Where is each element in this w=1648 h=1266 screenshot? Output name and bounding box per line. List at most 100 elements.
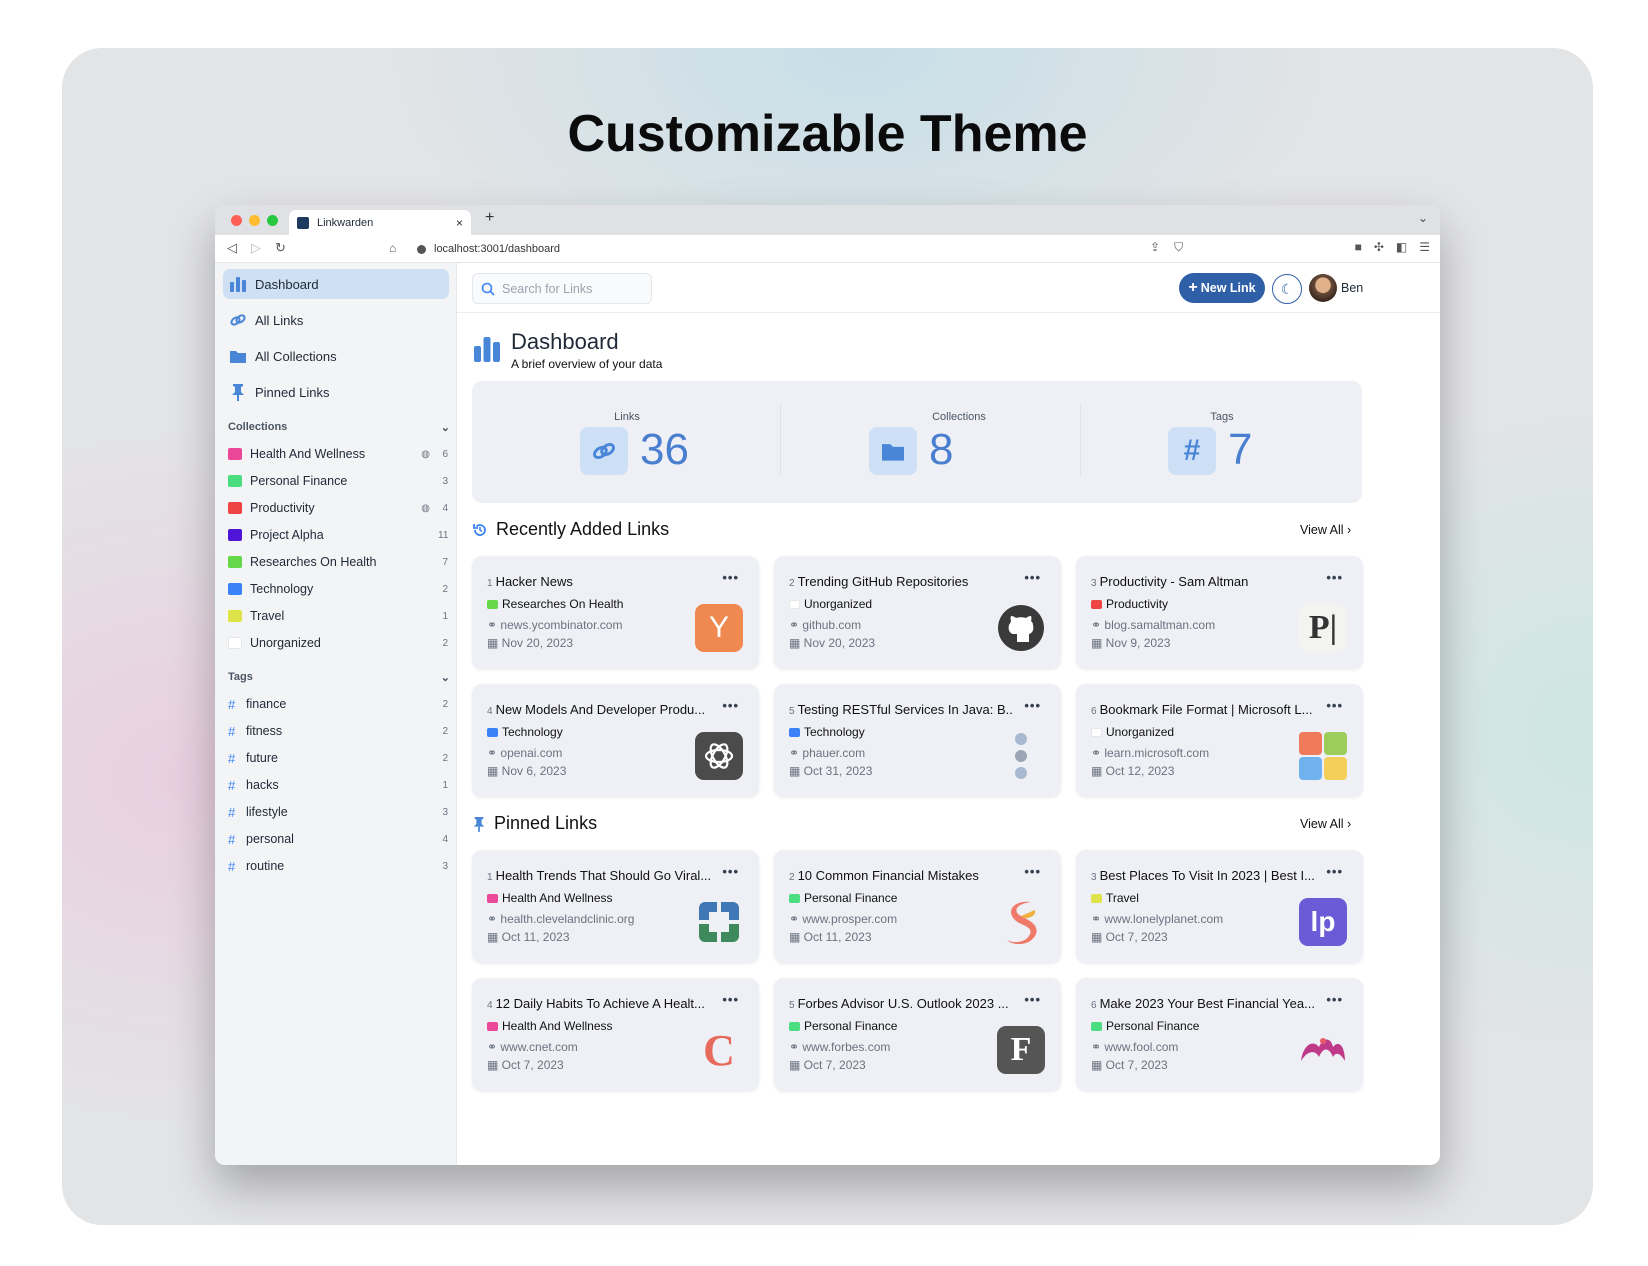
new-link-button[interactable]: + New Link: [1179, 273, 1265, 303]
sidebar-collection-item[interactable]: Researches On Health 7: [228, 552, 448, 572]
link-card[interactable]: 5 Testing RESTful Services In Java: B... …: [774, 684, 1061, 797]
link-domain[interactable]: ⚭ openai.com: [487, 746, 562, 760]
sidebar-tag-item[interactable]: # fitness 2: [228, 721, 448, 741]
more-options-icon[interactable]: •••: [722, 992, 739, 1007]
link-title[interactable]: 2 Trending GitHub Repositories: [789, 574, 1014, 589]
sidebar-collection-item[interactable]: Project Alpha 11: [228, 525, 448, 545]
link-domain[interactable]: ⚭ learn.microsoft.com: [1091, 746, 1209, 760]
reload-icon[interactable]: ↻: [275, 240, 286, 256]
close-tab-icon[interactable]: ×: [456, 216, 463, 230]
link-collection[interactable]: Personal Finance: [789, 1019, 897, 1033]
maximize-window-button[interactable]: [267, 215, 278, 226]
link-collection[interactable]: Technology: [789, 725, 865, 739]
minimize-window-button[interactable]: [249, 215, 260, 226]
link-title[interactable]: 2 10 Common Financial Mistakes: [789, 868, 1014, 883]
link-collection[interactable]: Researches On Health: [487, 597, 623, 611]
link-card[interactable]: 4 12 Daily Habits To Achieve A Healt... •…: [472, 978, 759, 1091]
link-card[interactable]: 6 Bookmark File Format | Microsoft L... •…: [1076, 684, 1363, 797]
link-collection[interactable]: Technology: [487, 725, 563, 739]
link-domain[interactable]: ⚭ www.forbes.com: [789, 1040, 890, 1054]
more-options-icon[interactable]: •••: [1024, 698, 1041, 713]
link-domain[interactable]: ⚭ blog.samaltman.com: [1091, 618, 1215, 632]
tab-list-chevron-icon[interactable]: ⌄: [1418, 211, 1428, 225]
link-domain[interactable]: ⚭ github.com: [789, 618, 861, 632]
more-options-icon[interactable]: •••: [1024, 570, 1041, 585]
browser-tab[interactable]: Linkwarden ×: [289, 210, 471, 235]
site-info-icon[interactable]: [417, 244, 426, 254]
link-collection[interactable]: Productivity: [1091, 597, 1168, 611]
url-field[interactable]: localhost:3001/dashboard: [409, 238, 1209, 260]
sidebar-tag-item[interactable]: # future 2: [228, 748, 448, 768]
link-card[interactable]: 3 Best Places To Visit In 2023 | Best I..…: [1076, 850, 1363, 963]
more-options-icon[interactable]: •••: [1326, 698, 1343, 713]
link-card[interactable]: 3 Productivity - Sam Altman ••• Productiv…: [1076, 556, 1363, 669]
link-collection[interactable]: Personal Finance: [1091, 1019, 1199, 1033]
more-options-icon[interactable]: •••: [722, 864, 739, 879]
theme-toggle-button[interactable]: ☾: [1272, 274, 1302, 304]
sidebar-tag-item[interactable]: # routine 3: [228, 856, 448, 876]
link-collection[interactable]: Unorganized: [1091, 725, 1174, 739]
new-tab-button[interactable]: +: [485, 209, 494, 227]
link-collection[interactable]: Health And Wellness: [487, 1019, 613, 1033]
link-title[interactable]: 5 Forbes Advisor U.S. Outlook 2023 ...: [789, 996, 1014, 1011]
sidebar-item-pinned-links[interactable]: Pinned Links: [223, 377, 449, 407]
link-card[interactable]: 6 Make 2023 Your Best Financial Yea... ••…: [1076, 978, 1363, 1091]
link-card[interactable]: 1 Health Trends That Should Go Viral... •…: [472, 850, 759, 963]
forward-icon[interactable]: ▷: [251, 240, 261, 256]
link-title[interactable]: 3 Productivity - Sam Altman: [1091, 574, 1316, 589]
tags-header[interactable]: Tags ⌄: [228, 671, 450, 684]
link-domain[interactable]: ⚭ www.cnet.com: [487, 1040, 578, 1054]
user-name[interactable]: Ben: [1341, 281, 1363, 295]
share-icon[interactable]: ⇪: [1150, 240, 1160, 255]
menu-icon[interactable]: ☰: [1419, 240, 1430, 254]
pinned-view-all-link[interactable]: View All ›: [1300, 817, 1351, 831]
link-title[interactable]: 6 Bookmark File Format | Microsoft L...: [1091, 702, 1316, 717]
link-domain[interactable]: ⚭ phauer.com: [789, 746, 865, 760]
link-domain[interactable]: ⚭ health.clevelandclinic.org: [487, 912, 634, 926]
link-collection[interactable]: Personal Finance: [789, 891, 897, 905]
link-title[interactable]: 5 Testing RESTful Services In Java: B...: [789, 702, 1014, 717]
sidebar-collection-item[interactable]: Health And Wellness ◍ 6: [228, 444, 448, 464]
sidebar-tag-item[interactable]: # finance 2: [228, 694, 448, 714]
sidebar-collection-item[interactable]: Travel 1: [228, 606, 448, 626]
link-title[interactable]: 1 Hacker News: [487, 574, 712, 589]
puzzle-icon[interactable]: ✣: [1374, 240, 1384, 254]
link-domain[interactable]: ⚭ www.fool.com: [1091, 1040, 1178, 1054]
link-title[interactable]: 6 Make 2023 Your Best Financial Yea...: [1091, 996, 1316, 1011]
link-collection[interactable]: Unorganized: [789, 597, 872, 611]
link-title[interactable]: 3 Best Places To Visit In 2023 | Best I..…: [1091, 868, 1316, 883]
sidebar-tag-item[interactable]: # personal 4: [228, 829, 448, 849]
sidebar-collection-item[interactable]: Productivity ◍ 4: [228, 498, 448, 518]
link-card[interactable]: 2 10 Common Financial Mistakes ••• Person…: [774, 850, 1061, 963]
extension-icon[interactable]: ■: [1355, 240, 1362, 254]
sidebar-tag-item[interactable]: # lifestyle 3: [228, 802, 448, 822]
link-card[interactable]: 2 Trending GitHub Repositories ••• Unorga…: [774, 556, 1061, 669]
avatar[interactable]: [1309, 274, 1337, 302]
link-collection[interactable]: Travel: [1091, 891, 1139, 905]
sidebar-collection-item[interactable]: Technology 2: [228, 579, 448, 599]
sidebar-item-dashboard[interactable]: Dashboard: [223, 269, 449, 299]
link-title[interactable]: 4 12 Daily Habits To Achieve A Healt...: [487, 996, 712, 1011]
sidebar-item-all-links[interactable]: All Links: [223, 305, 449, 335]
close-window-button[interactable]: [231, 215, 242, 226]
link-card[interactable]: 4 New Models And Developer Produ... ••• T…: [472, 684, 759, 797]
sidebar-collection-item[interactable]: Unorganized 2: [228, 633, 448, 653]
more-options-icon[interactable]: •••: [1326, 570, 1343, 585]
link-title[interactable]: 1 Health Trends That Should Go Viral...: [487, 868, 712, 883]
recent-view-all-link[interactable]: View All ›: [1300, 523, 1351, 537]
collections-header[interactable]: Collections ⌄: [228, 421, 450, 434]
more-options-icon[interactable]: •••: [1024, 992, 1041, 1007]
link-card[interactable]: 5 Forbes Advisor U.S. Outlook 2023 ... ••…: [774, 978, 1061, 1091]
link-title[interactable]: 4 New Models And Developer Produ...: [487, 702, 712, 717]
chevron-down-icon[interactable]: ⌄: [441, 671, 450, 684]
sidebar-collection-item[interactable]: Personal Finance 3: [228, 471, 448, 491]
link-domain[interactable]: ⚭ news.ycombinator.com: [487, 618, 622, 632]
link-card[interactable]: 1 Hacker News ••• Researches On Health ⚭ …: [472, 556, 759, 669]
more-options-icon[interactable]: •••: [722, 570, 739, 585]
more-options-icon[interactable]: •••: [1024, 864, 1041, 879]
link-domain[interactable]: ⚭ www.prosper.com: [789, 912, 897, 926]
shield-icon[interactable]: ⛉: [1174, 240, 1183, 255]
link-collection[interactable]: Health And Wellness: [487, 891, 613, 905]
bookmark-icon[interactable]: ⌂: [389, 241, 396, 255]
back-icon[interactable]: ◁: [227, 240, 237, 256]
